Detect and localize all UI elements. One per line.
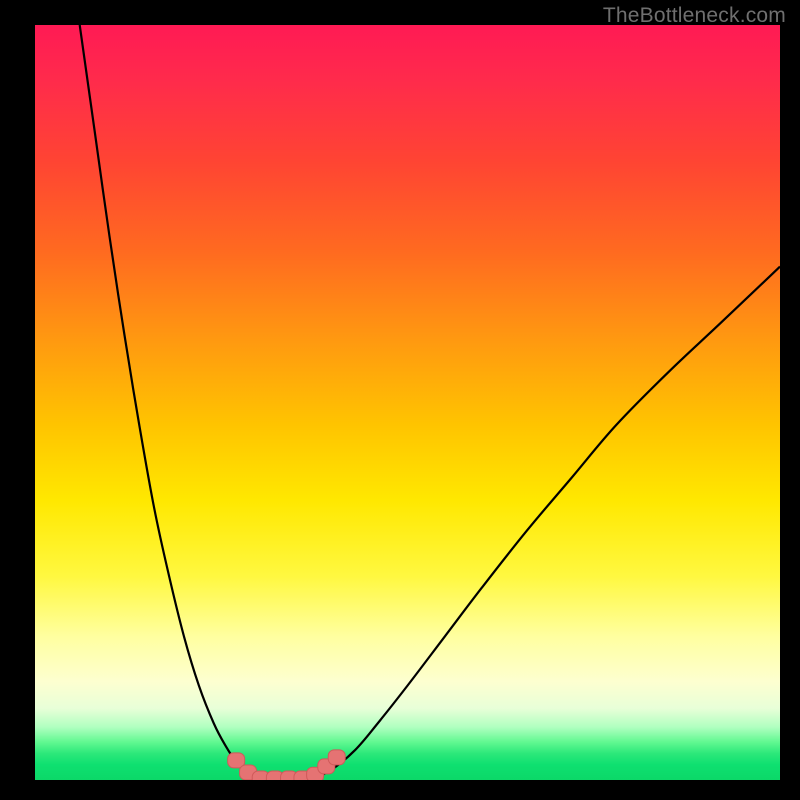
chart-frame: TheBottleneck.com	[0, 0, 800, 800]
marker-group	[228, 750, 346, 780]
bottleneck-curve	[80, 25, 780, 780]
marker-point	[328, 750, 345, 765]
watermark-text: TheBottleneck.com	[603, 4, 786, 28]
curve-group	[80, 25, 780, 780]
chart-svg	[35, 25, 780, 780]
chart-plot-area	[35, 25, 780, 780]
